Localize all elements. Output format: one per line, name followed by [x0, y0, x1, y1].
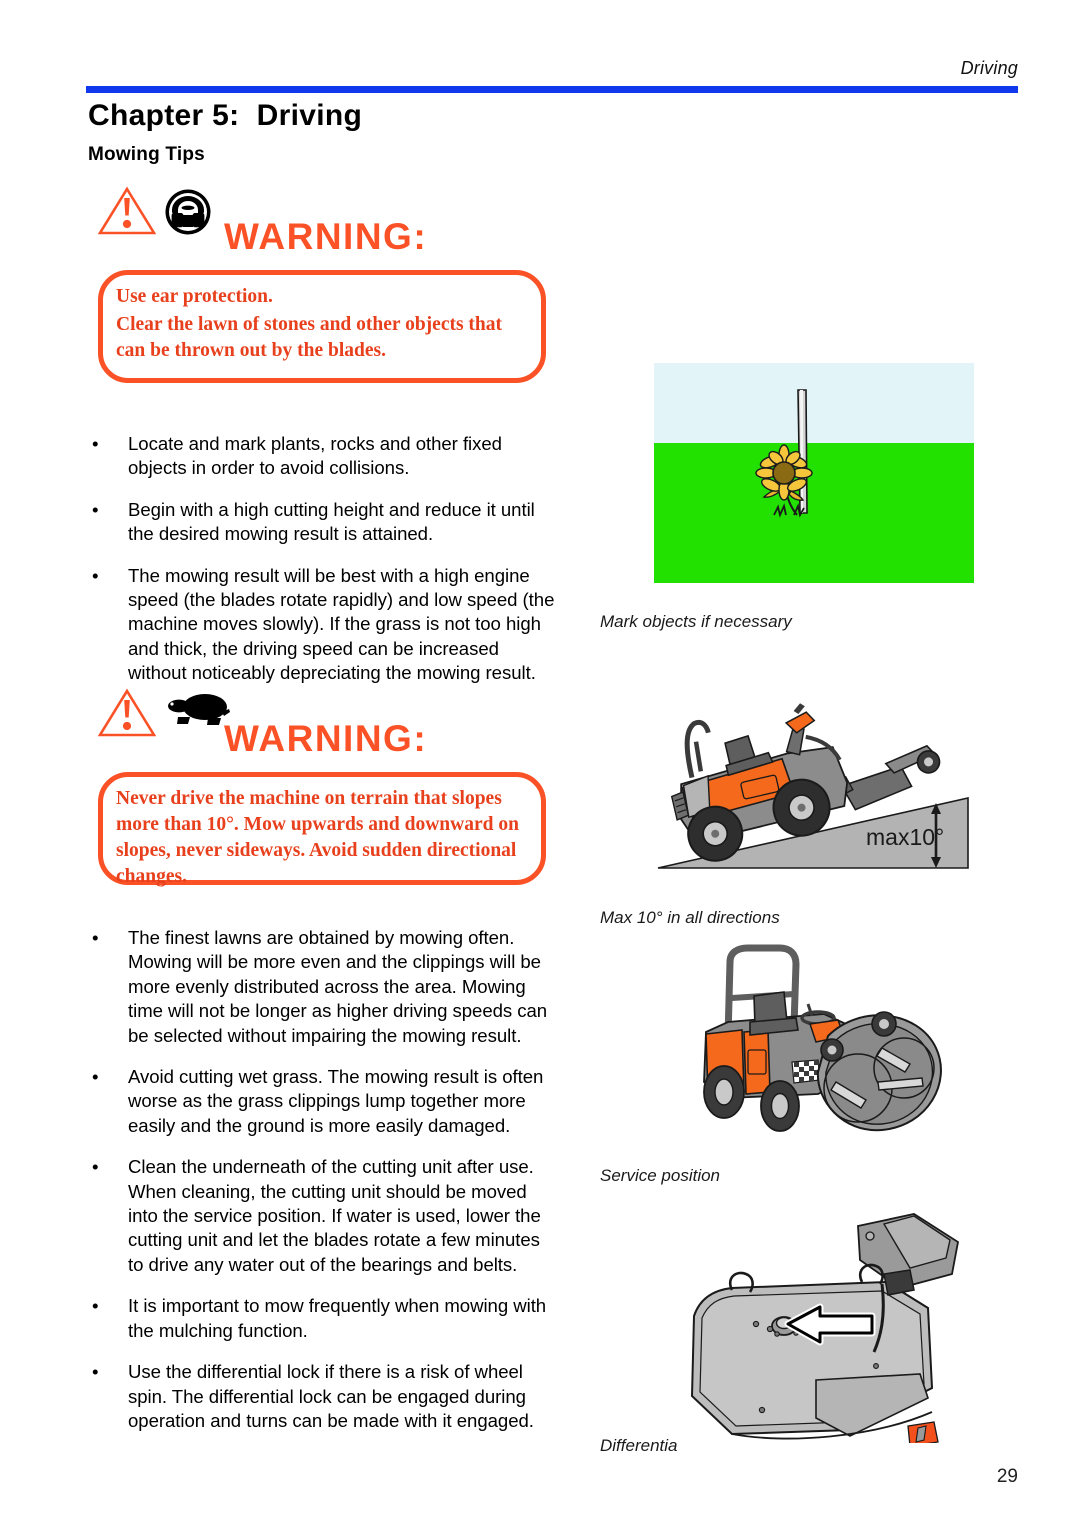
warning-heading: WARNING:	[224, 216, 428, 257]
warning-line: Never drive the machine on terrain that …	[116, 788, 519, 887]
mowing-tips-list-bottom: • The finest lawns are obtained by mowin…	[88, 926, 558, 1450]
list-item: • The mowing result will be best with a …	[88, 564, 558, 686]
list-item: • Begin with a high cutting height and r…	[88, 498, 558, 547]
warning-line: Clear the lawn of stones and other objec…	[116, 314, 503, 361]
warning-text: Never drive the machine on terrain that …	[116, 786, 526, 892]
slope-annotation-label: max10°	[866, 824, 944, 850]
page-header: Driving	[0, 0, 1080, 95]
list-item: • The finest lawns are obtained by mowin…	[88, 926, 558, 1048]
list-item: • Clean the underneath of the cutting un…	[88, 1155, 558, 1277]
list-item-text: The mowing result will be best with a hi…	[128, 564, 555, 684]
figure-caption: Service position	[600, 1166, 721, 1185]
bullet-marker: •	[92, 927, 99, 948]
bullet-marker: •	[92, 433, 99, 454]
header-rule	[86, 86, 1018, 93]
warning-slope: WARNING: Never drive the machine on terr…	[88, 688, 558, 887]
list-item: • Use the differential lock if there is …	[88, 1360, 558, 1433]
list-item: • Avoid cutting wet grass. The mowing re…	[88, 1065, 558, 1138]
figure-service-position	[660, 940, 980, 1155]
figure-mark-objects	[654, 363, 974, 583]
figure-caption: Differentia	[600, 1436, 678, 1455]
figure-slope: max10°	[648, 690, 988, 895]
list-item: • It is important to mow frequently when…	[88, 1294, 558, 1343]
running-header-title: Driving	[960, 58, 1018, 78]
warning-heading: WARNING:	[224, 718, 428, 759]
warning-ear-protection: WARNING: Use ear protection. Clear the l…	[88, 186, 558, 383]
warning-triangle-icon	[97, 186, 157, 241]
list-item-text: Locate and mark plants, rocks and other …	[128, 433, 502, 479]
bullet-marker: •	[92, 498, 99, 520]
list-item-text: Begin with a high cutting height and red…	[128, 498, 535, 545]
warning-triangle-icon	[97, 688, 157, 743]
bullet-marker: •	[92, 1066, 99, 1088]
figure-differential-lock	[636, 1198, 988, 1447]
bullet-marker: •	[92, 1295, 99, 1317]
page-number: 29	[996, 1466, 1018, 1487]
figure-caption: Max 10° in all directions	[600, 908, 780, 927]
warning-text: Use ear protection. Clear the lawn of st…	[116, 284, 526, 366]
bullet-marker: •	[92, 564, 99, 586]
bullet-marker: •	[92, 1361, 99, 1383]
warning-line: Use ear protection.	[116, 286, 273, 307]
section-title: Mowing Tips	[88, 144, 205, 165]
mowing-tips-list-top: • Locate and mark plants, rocks and othe…	[88, 432, 558, 703]
figure-caption: Mark objects if necessary	[600, 612, 792, 631]
list-item-text: Avoid cutting wet grass. The mowing resu…	[128, 1066, 544, 1136]
page-title: Chapter 5: Driving	[88, 99, 363, 132]
bullet-marker: •	[92, 1156, 99, 1178]
list-item: • Locate and mark plants, rocks and othe…	[88, 432, 558, 481]
list-item-text: The finest lawns are obtained by mowing …	[128, 927, 548, 1046]
ear-protection-icon	[164, 188, 212, 241]
list-item-text: Use the differential lock if there is a …	[128, 1361, 534, 1431]
list-item-text: Clean the underneath of the cutting unit…	[128, 1156, 541, 1275]
list-item-text: It is important to mow frequently when m…	[128, 1295, 547, 1341]
